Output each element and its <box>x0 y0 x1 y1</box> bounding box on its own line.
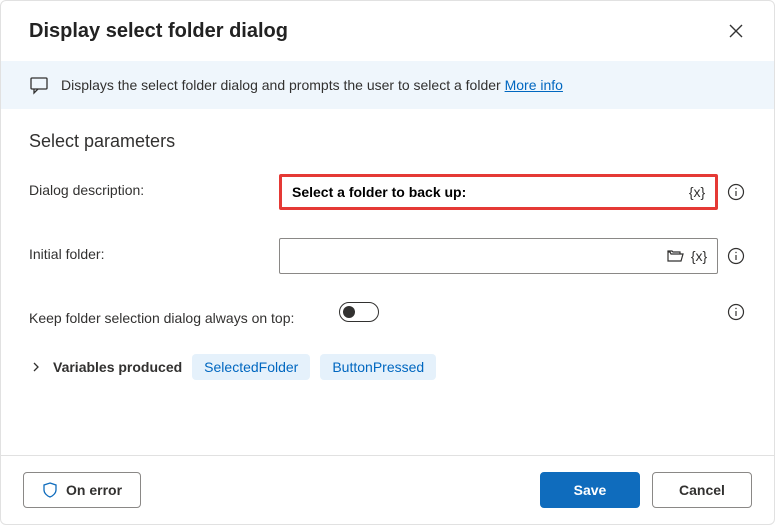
toggle-keep-on-top[interactable] <box>339 302 379 322</box>
input-initial-folder-wrapper: {x} <box>279 238 718 274</box>
save-label: Save <box>574 482 607 498</box>
chevron-right-icon <box>31 362 41 372</box>
expand-variables-button[interactable] <box>29 360 43 374</box>
variables-produced-row: Variables produced SelectedFolder Button… <box>29 354 746 380</box>
info-keep-on-top[interactable] <box>726 302 746 322</box>
variable-picker-button[interactable]: {x} <box>687 182 707 202</box>
dialog-window: Display select folder dialog Displays th… <box>0 0 775 525</box>
on-error-label: On error <box>66 482 122 498</box>
label-keep-on-top: Keep folder selection dialog always on t… <box>29 302 339 326</box>
variables-produced-label: Variables produced <box>53 359 182 375</box>
dialog-header: Display select folder dialog <box>1 1 774 61</box>
input-initial-folder[interactable] <box>288 247 661 265</box>
cancel-button[interactable]: Cancel <box>652 472 752 508</box>
label-dialog-description: Dialog description: <box>29 174 279 198</box>
footer-right: Save Cancel <box>540 472 752 508</box>
variable-token-icon: {x} <box>691 248 707 264</box>
info-initial-folder[interactable] <box>726 246 746 266</box>
dialog-content: Select parameters Dialog description: {x… <box>1 109 774 455</box>
variable-picker-button-2[interactable]: {x} <box>689 246 709 266</box>
input-dialog-description-wrapper: {x} <box>279 174 718 210</box>
input-dialog-description[interactable] <box>290 183 683 201</box>
close-button[interactable] <box>720 15 752 47</box>
comment-icon <box>29 75 49 95</box>
row-initial-folder: Initial folder: {x} <box>29 238 746 274</box>
row-dialog-description: Dialog description: {x} <box>29 174 746 210</box>
info-banner: Displays the select folder dialog and pr… <box>1 61 774 109</box>
folder-open-icon <box>666 247 684 265</box>
label-initial-folder: Initial folder: <box>29 238 279 262</box>
on-error-button[interactable]: On error <box>23 472 141 508</box>
variable-pill-buttonpressed[interactable]: ButtonPressed <box>320 354 436 380</box>
section-title: Select parameters <box>29 131 746 152</box>
info-dialog-description[interactable] <box>726 182 746 202</box>
cancel-label: Cancel <box>679 482 725 498</box>
save-button[interactable]: Save <box>540 472 640 508</box>
info-icon <box>727 247 745 265</box>
more-info-link[interactable]: More info <box>505 77 563 93</box>
variable-token-icon: {x} <box>689 184 705 200</box>
browse-folder-button[interactable] <box>665 246 685 266</box>
dialog-footer: On error Save Cancel <box>1 455 774 524</box>
shield-icon <box>42 482 58 498</box>
banner-text: Displays the select folder dialog and pr… <box>61 77 563 93</box>
variable-pill-selectedfolder[interactable]: SelectedFolder <box>192 354 310 380</box>
info-icon <box>727 303 745 321</box>
dialog-title: Display select folder dialog <box>29 20 288 43</box>
close-icon <box>729 24 743 38</box>
row-keep-on-top: Keep folder selection dialog always on t… <box>29 302 746 326</box>
toggle-knob <box>343 306 355 318</box>
info-icon <box>727 183 745 201</box>
